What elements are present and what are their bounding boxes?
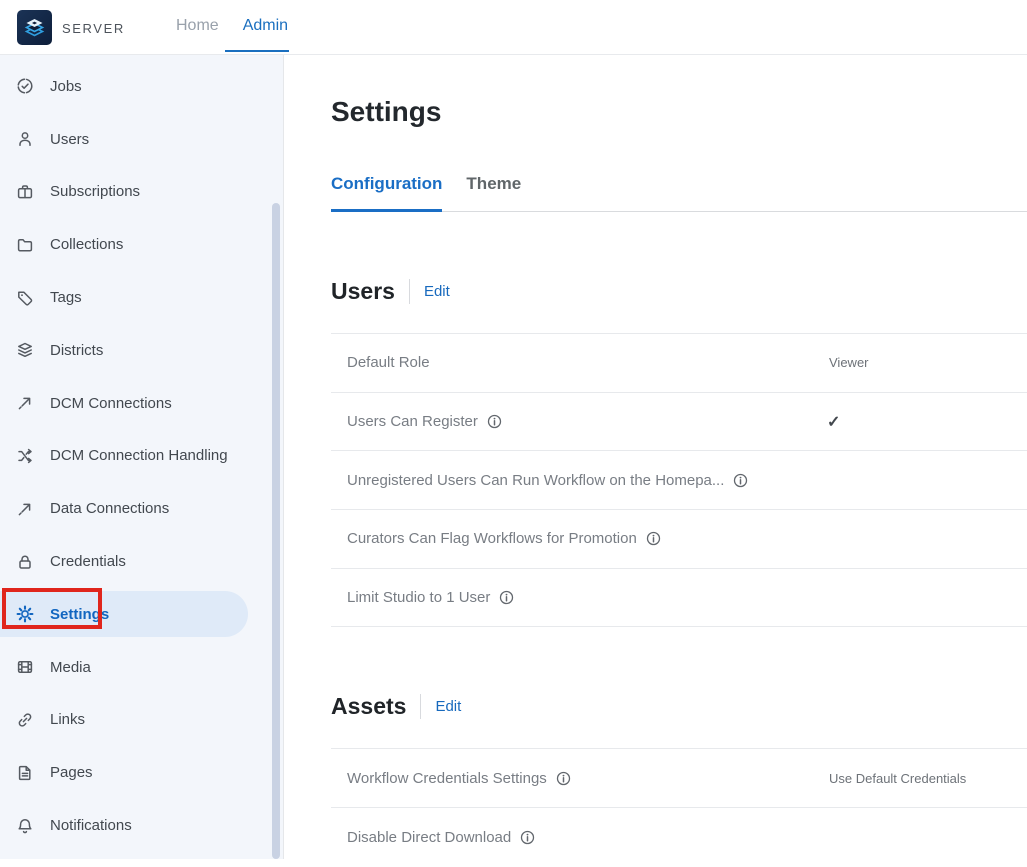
edit-assets-link[interactable]: Edit	[435, 698, 461, 715]
users-settings-table: Default Role Viewer Users Can Register ✓…	[331, 333, 1027, 627]
info-icon[interactable]	[520, 830, 535, 845]
lock-icon	[16, 553, 34, 571]
settings-tabs: Configuration Theme	[331, 174, 1027, 212]
folder-icon	[16, 236, 34, 254]
link-icon	[16, 711, 34, 729]
jobs-icon	[16, 77, 34, 95]
brand-text: SERVER	[62, 21, 125, 36]
row-label: Disable Direct Download	[347, 829, 511, 846]
gear-icon	[16, 605, 34, 623]
section-title: Users	[331, 276, 395, 307]
sidebar-item-label: Users	[50, 131, 89, 148]
tag-icon	[16, 289, 34, 307]
section-assets: Assets Edit Workflow Credentials Setting…	[331, 691, 1027, 866]
divider	[420, 694, 421, 719]
section-header: Assets Edit	[331, 691, 1027, 722]
sidebar-item-label: Jobs	[50, 78, 82, 95]
row-label: Curators Can Flag Workflows for Promotio…	[347, 530, 637, 547]
row-value: Use Default Credentials	[829, 771, 966, 786]
arrow-up-right-icon	[16, 394, 34, 412]
sidebar-item-label: Credentials	[50, 553, 126, 570]
sidebar-item-media[interactable]: Media	[0, 641, 283, 694]
sidebar-item-pages[interactable]: Pages	[0, 746, 283, 799]
sidebar-item-label: Pages	[50, 764, 93, 781]
sidebar-item-subscriptions[interactable]: Subscriptions	[0, 166, 283, 219]
admin-sidebar: Jobs Users Subscriptions Collections Tag…	[0, 55, 284, 859]
table-row: Curators Can Flag Workflows for Promotio…	[331, 510, 1027, 569]
table-row: Unregistered Users Can Run Workflow on t…	[331, 451, 1027, 510]
row-label: Workflow Credentials Settings	[347, 770, 547, 787]
divider	[409, 279, 410, 304]
sidebar-scrollbar[interactable]	[272, 203, 280, 859]
sidebar-item-label: Data Connections	[50, 500, 169, 517]
sidebar-item-label: Links	[50, 711, 85, 728]
sidebar-item-label: Tags	[50, 289, 82, 306]
row-label: Users Can Register	[347, 413, 478, 430]
row-label: Unregistered Users Can Run Workflow on t…	[347, 472, 724, 489]
sidebar-item-jobs[interactable]: Jobs	[0, 60, 283, 113]
arrow-up-right-icon	[16, 500, 34, 518]
row-label: Limit Studio to 1 User	[347, 589, 490, 606]
info-icon[interactable]	[499, 590, 514, 605]
assets-settings-table: Workflow Credentials Settings Use Defaul…	[331, 748, 1027, 866]
section-title: Assets	[331, 691, 406, 722]
info-icon[interactable]	[487, 414, 502, 429]
sidebar-item-label: Media	[50, 659, 91, 676]
main-content: Settings Configuration Theme Users Edit …	[285, 55, 1027, 859]
nav-admin[interactable]: Admin	[243, 17, 288, 35]
row-value: Viewer	[829, 355, 869, 370]
info-icon[interactable]	[733, 473, 748, 488]
sidebar-item-users[interactable]: Users	[0, 113, 283, 166]
sidebar-item-label: DCM Connections	[50, 395, 172, 412]
edit-users-link[interactable]: Edit	[424, 283, 450, 300]
checkmark: ✓	[827, 412, 840, 432]
nav-home[interactable]: Home	[176, 17, 219, 35]
sidebar-item-label: Districts	[50, 342, 103, 359]
shuffle-icon	[16, 447, 34, 465]
sidebar-item-data-connections[interactable]: Data Connections	[0, 482, 283, 535]
info-icon[interactable]	[556, 771, 571, 786]
sidebar-item-collections[interactable]: Collections	[0, 218, 283, 271]
active-nav-underline	[225, 50, 289, 52]
section-header: Users Edit	[331, 276, 1027, 307]
sidebar-item-notifications[interactable]: Notifications	[0, 799, 283, 852]
bell-icon	[16, 817, 34, 835]
sidebar-item-dcm-connection-handling[interactable]: DCM Connection Handling	[0, 430, 283, 483]
page-title: Settings	[331, 95, 1027, 129]
tab-theme[interactable]: Theme	[466, 174, 521, 211]
tab-configuration[interactable]: Configuration	[331, 174, 442, 212]
page-icon	[16, 764, 34, 782]
row-label: Default Role	[347, 354, 430, 371]
sidebar-item-dcm-connections[interactable]: DCM Connections	[0, 377, 283, 430]
sidebar-item-label: DCM Connection Handling	[50, 447, 228, 464]
table-row: Limit Studio to 1 User	[331, 569, 1027, 628]
table-row: Users Can Register ✓	[331, 393, 1027, 452]
sidebar-item-label: Collections	[50, 236, 123, 253]
users-icon	[16, 130, 34, 148]
sidebar-item-districts[interactable]: Districts	[0, 324, 283, 377]
sidebar-item-credentials[interactable]: Credentials	[0, 535, 283, 588]
server-logo[interactable]	[17, 10, 52, 45]
section-users: Users Edit Default Role Viewer Users Can…	[331, 276, 1027, 627]
layers-icon	[16, 341, 34, 359]
selected-item-highlight	[0, 591, 248, 637]
sidebar-item-label: Subscriptions	[50, 183, 140, 200]
table-row: Default Role Viewer	[331, 334, 1027, 393]
top-navigation: Home Admin	[176, 17, 288, 35]
info-icon[interactable]	[646, 531, 661, 546]
sidebar-item-label: Settings	[50, 606, 109, 623]
top-bar: SERVER Home Admin	[0, 0, 1027, 55]
sidebar-item-links[interactable]: Links	[0, 694, 283, 747]
briefcase-icon	[16, 183, 34, 201]
sidebar-item-settings[interactable]: Settings	[0, 588, 283, 641]
table-row: Disable Direct Download	[331, 808, 1027, 867]
sidebar-item-label: Notifications	[50, 817, 132, 834]
sidebar-item-tags[interactable]: Tags	[0, 271, 283, 324]
table-row: Workflow Credentials Settings Use Defaul…	[331, 749, 1027, 808]
film-icon	[16, 658, 34, 676]
